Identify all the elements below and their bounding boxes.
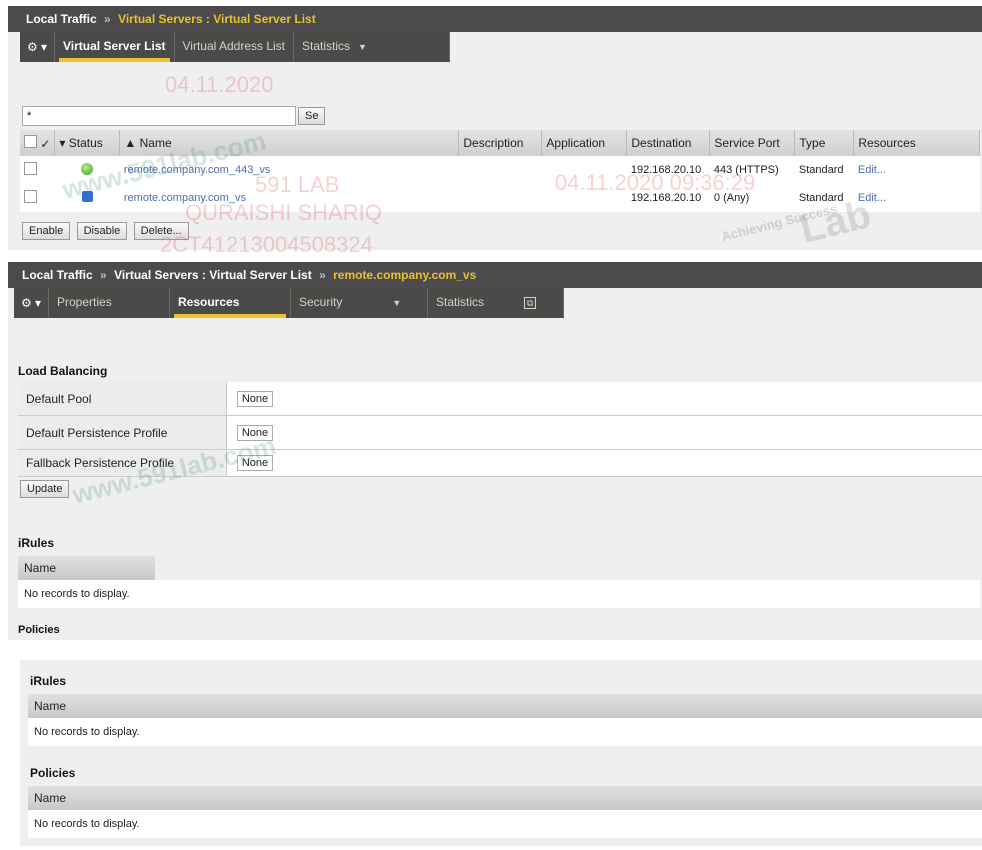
chevron-down-icon: ▼ bbox=[358, 42, 367, 52]
load-balancing-table: Default Pool None Default Persistence Pr… bbox=[18, 382, 982, 477]
destination-cell: 192.168.20.10 bbox=[626, 184, 710, 212]
irules-empty-message: No records to display. bbox=[18, 580, 980, 608]
resources-edit-link[interactable]: Edit... bbox=[853, 156, 980, 184]
default-pool-select[interactable]: None bbox=[226, 382, 982, 416]
status-unknown-icon bbox=[54, 184, 120, 212]
col-resources[interactable]: Resources bbox=[853, 130, 980, 156]
col-service-port[interactable]: Service Port bbox=[709, 130, 796, 156]
table-row: remote.company.com_443_vs 192.168.20.10 … bbox=[20, 156, 980, 184]
tab-bar: ⚙ ▾ Virtual Server List Virtual Address … bbox=[20, 32, 450, 62]
tab-bar: ⚙ ▾ Properties Resources Security ▼ Stati… bbox=[14, 288, 564, 318]
default-persistence-select[interactable]: None bbox=[226, 415, 982, 450]
breadcrumb-root[interactable]: Local Traffic bbox=[26, 12, 97, 26]
enable-button[interactable]: Enable bbox=[22, 222, 71, 240]
table-row: remote.company.com_vs 192.168.20.10 0 (A… bbox=[20, 184, 980, 212]
breadcrumb-root[interactable]: Local Traffic bbox=[22, 268, 93, 282]
irules-table: Name No records to display. bbox=[18, 556, 980, 608]
gear-menu-icon[interactable]: ⚙ ▾ bbox=[20, 32, 55, 62]
default-persistence-label: Default Persistence Profile bbox=[18, 415, 227, 450]
chevron-down-icon: ▼ bbox=[392, 298, 402, 308]
tab-properties[interactable]: Properties bbox=[49, 288, 170, 318]
breadcrumb-current: Virtual Servers : Virtual Server List bbox=[118, 12, 316, 26]
policies-title: Policies bbox=[30, 766, 76, 780]
irules-empty-message: No records to display. bbox=[28, 718, 982, 746]
fallback-persistence-select[interactable]: None bbox=[226, 449, 982, 477]
policies-empty-message: No records to display. bbox=[28, 810, 982, 838]
type-cell: Standard bbox=[794, 184, 854, 212]
col-application[interactable]: Application bbox=[541, 130, 628, 156]
rules-policies-panel: iRules Name No records to display. Polic… bbox=[20, 660, 982, 846]
row-checkbox[interactable] bbox=[20, 156, 55, 184]
load-balancing-title: Load Balancing bbox=[18, 364, 108, 378]
tab-virtual-server-list[interactable]: Virtual Server List bbox=[55, 32, 175, 62]
irules-col-name[interactable]: Name bbox=[18, 556, 155, 580]
policies-table: Name No records to display. bbox=[28, 786, 982, 838]
breadcrumb-mid[interactable]: Virtual Servers : Virtual Server List bbox=[114, 268, 312, 282]
irules-title: iRules bbox=[18, 536, 55, 550]
search-row: Se bbox=[22, 106, 328, 126]
virtual-server-list-panel: Local Traffic » Virtual Servers : Virtua… bbox=[8, 6, 982, 250]
page-breadcrumb: Local Traffic » Virtual Servers : Virtua… bbox=[8, 6, 982, 32]
virtual-server-name-link[interactable]: remote.company.com_vs bbox=[119, 184, 459, 212]
virtual-server-name-link[interactable]: remote.company.com_443_vs bbox=[119, 156, 459, 184]
delete-button[interactable]: Delete... bbox=[133, 222, 189, 240]
policies-title: Policies bbox=[18, 624, 60, 636]
service-port-cell: 443 (HTTPS) bbox=[709, 156, 795, 184]
irules-table: Name No records to display. bbox=[28, 694, 982, 746]
col-description[interactable]: Description bbox=[458, 130, 543, 156]
tab-virtual-address-list[interactable]: Virtual Address List bbox=[175, 32, 294, 62]
virtual-server-resources-panel: Local Traffic » Virtual Servers : Virtua… bbox=[8, 262, 982, 640]
page-breadcrumb: Local Traffic » Virtual Servers : Virtua… bbox=[8, 262, 982, 288]
service-port-cell: 0 (Any) bbox=[709, 184, 795, 212]
popout-icon[interactable]: ⧉ bbox=[524, 297, 537, 309]
policies-col-name[interactable]: Name bbox=[28, 786, 982, 810]
disable-button[interactable]: Disable bbox=[76, 222, 128, 240]
resources-edit-link[interactable]: Edit... bbox=[853, 184, 980, 212]
tab-resources[interactable]: Resources bbox=[170, 288, 291, 318]
gear-menu-icon[interactable]: ⚙ ▾ bbox=[14, 288, 49, 318]
col-type[interactable]: Type bbox=[794, 130, 855, 156]
search-input[interactable] bbox=[22, 106, 296, 126]
destination-cell: 192.168.20.10 bbox=[626, 156, 710, 184]
col-destination[interactable]: Destination bbox=[626, 130, 711, 156]
fallback-persistence-label: Fallback Persistence Profile bbox=[18, 449, 227, 477]
action-buttons: Enable Disable Delete... bbox=[22, 222, 192, 240]
search-button[interactable]: Se bbox=[298, 107, 326, 125]
col-name[interactable]: ▲ Name bbox=[119, 130, 460, 156]
status-available-icon bbox=[54, 156, 120, 184]
col-status[interactable]: ▾ Status bbox=[54, 130, 121, 156]
breadcrumb-current: remote.company.com_vs bbox=[333, 268, 477, 282]
update-button[interactable]: Update bbox=[20, 480, 70, 498]
tab-security[interactable]: Security ▼ bbox=[291, 288, 428, 318]
type-cell: Standard bbox=[794, 156, 854, 184]
tab-statistics[interactable]: Statistics ▼ bbox=[294, 32, 450, 62]
tab-statistics[interactable]: Statistics ⧉ bbox=[428, 288, 564, 318]
row-checkbox[interactable] bbox=[20, 184, 55, 212]
default-pool-label: Default Pool bbox=[18, 382, 227, 416]
select-all-checkbox[interactable]: ✓ bbox=[20, 130, 56, 156]
virtual-server-table-wrap: ✓ ▾ Status ▲ Name Description Applicatio… bbox=[20, 130, 980, 212]
irules-col-name[interactable]: Name bbox=[28, 694, 982, 718]
irules-title: iRules bbox=[30, 674, 67, 688]
virtual-server-table: ✓ ▾ Status ▲ Name Description Applicatio… bbox=[20, 130, 980, 212]
